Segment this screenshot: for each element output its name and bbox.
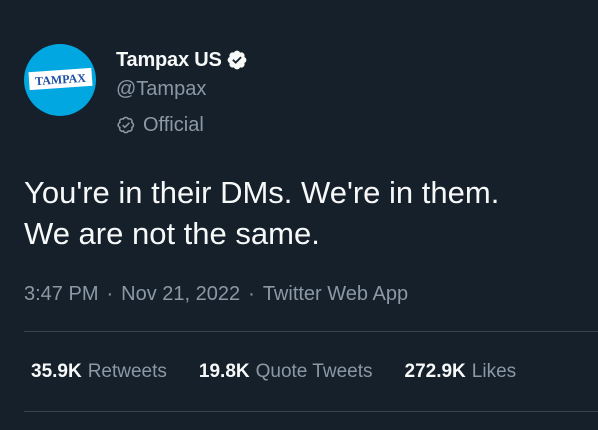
avatar-logo-text: TAMPAX (35, 71, 87, 89)
official-check-icon (116, 115, 136, 135)
tweet-card: TAMPAX Tampax US @Tampax Official You're… (0, 0, 598, 430)
tampax-logo: TAMPAX (28, 67, 93, 91)
likes-label: Likes (471, 361, 517, 382)
quote-tweets-stat[interactable]: 19.8K Quote Tweets (199, 361, 373, 383)
likes-count: 272.9K (404, 361, 466, 382)
quote-tweets-count: 19.8K (198, 361, 250, 382)
meta-separator: · (248, 282, 255, 305)
retweets-label: Retweets (87, 361, 167, 382)
divider (24, 331, 598, 332)
meta-separator: · (106, 282, 114, 305)
retweets-count: 35.9K (31, 361, 82, 382)
avatar[interactable]: TAMPAX (24, 44, 96, 116)
verified-badge-icon (226, 49, 248, 71)
engagement-stats: 35.9K Retweets 19.8K Quote Tweets 272.9K… (31, 358, 548, 386)
tweet-source: Twitter Web App (262, 282, 409, 305)
divider (24, 411, 598, 412)
author-handle[interactable]: @Tampax (116, 78, 206, 101)
official-label-row: Official (116, 113, 204, 137)
official-label: Official (143, 113, 204, 136)
author-name-row: Tampax US (116, 47, 248, 73)
tweet-date[interactable]: Nov 21, 2022 (121, 283, 240, 306)
tweet-meta: 3:47 PM · Nov 21, 2022 · Twitter Web App (24, 281, 408, 307)
retweets-stat[interactable]: 35.9K Retweets (31, 361, 167, 383)
display-name[interactable]: Tampax US (116, 49, 222, 72)
tweet-time[interactable]: 3:47 PM (24, 283, 98, 306)
quote-tweets-label: Quote Tweets (255, 361, 373, 382)
likes-stat[interactable]: 272.9K Likes (405, 361, 517, 383)
tweet-text: You're in their DMs. We're in them. We a… (24, 175, 500, 251)
